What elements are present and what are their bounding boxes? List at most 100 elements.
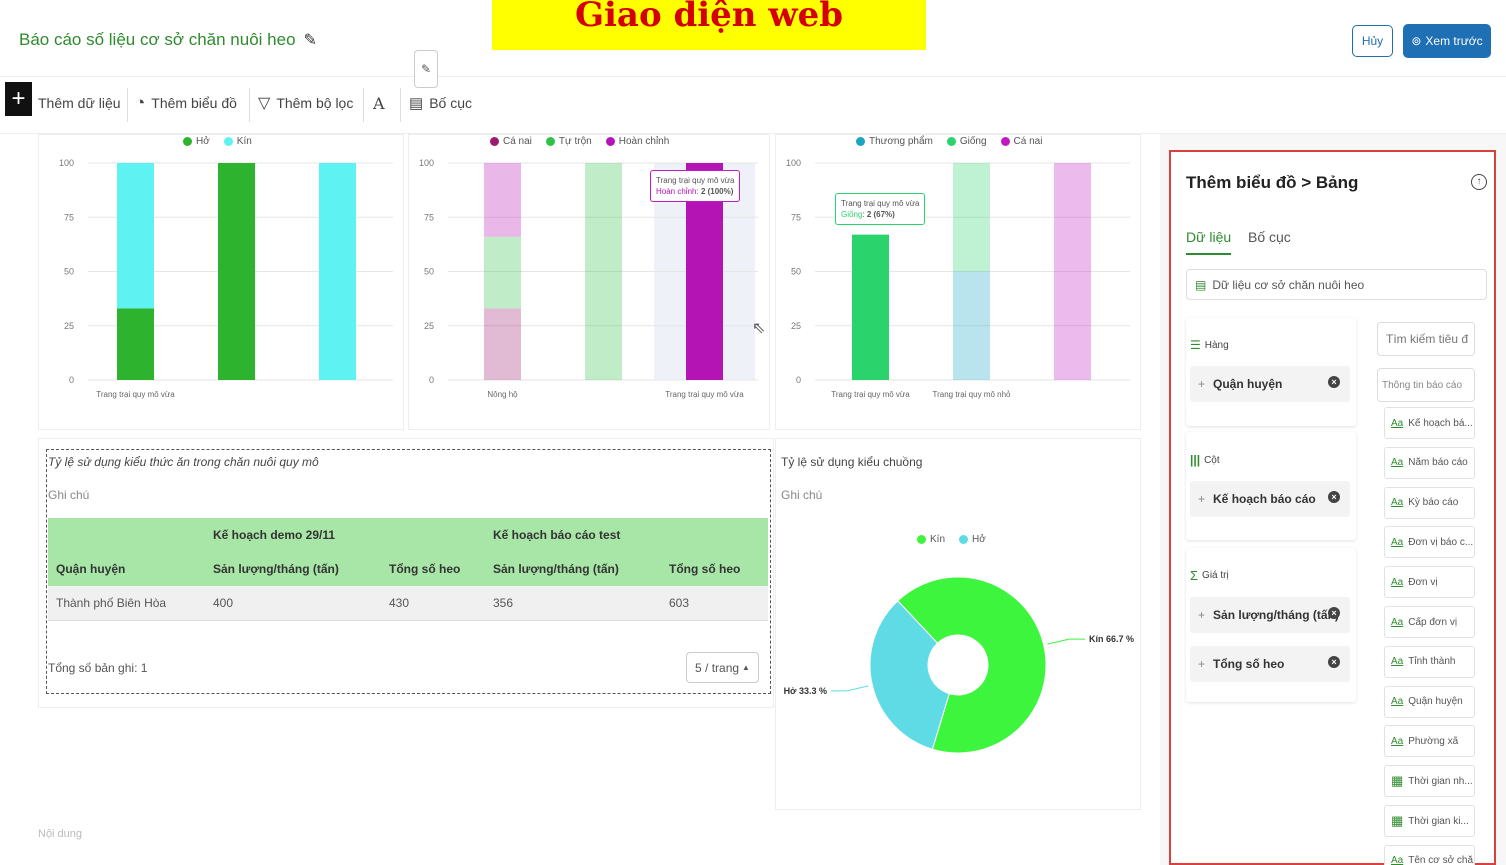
dataset-select[interactable]: ▤ Dữ liệu cơ sở chăn nuôi heo bbox=[1186, 269, 1487, 300]
tab-data[interactable]: Dữ liệu bbox=[1186, 229, 1232, 255]
tooltip-title: Trang trại quy mô vừa bbox=[656, 176, 735, 185]
chart1-legend: Hở Kín bbox=[183, 136, 252, 147]
field-list-label: Đơn vị báo c... bbox=[1408, 536, 1474, 548]
bar-segment[interactable] bbox=[218, 163, 255, 380]
collapse-up-icon[interactable]: ↑ bbox=[1471, 174, 1487, 190]
add-chart-button[interactable]: ◔ Thêm biểu đồ bbox=[135, 90, 237, 116]
annotation-banner: Giao diện web bbox=[492, 0, 926, 50]
y-tick-label: 50 bbox=[424, 267, 434, 277]
plus-icon: + bbox=[1198, 492, 1206, 506]
columns-label: ||| Cột bbox=[1190, 453, 1220, 467]
bar-segment[interactable] bbox=[953, 271, 990, 381]
y-tick-label: 25 bbox=[424, 321, 434, 331]
toolbar-divider bbox=[127, 88, 128, 122]
edit-title-icon[interactable]: ✎ bbox=[304, 30, 317, 50]
page-title: Báo cáo số liệu cơ sở chăn nuôi heo ✎ bbox=[19, 30, 317, 50]
pie-chart-icon: ◔ bbox=[135, 93, 146, 112]
field-list-item[interactable]: Aa Năm báo cáo bbox=[1384, 446, 1475, 479]
text-field-icon: Aa bbox=[1391, 417, 1404, 429]
table-cell: 400 bbox=[205, 586, 381, 621]
bar-segment[interactable] bbox=[953, 163, 990, 272]
legend-item: Hoàn chỉnh bbox=[605, 136, 669, 147]
y-tick-label: 0 bbox=[69, 375, 74, 385]
text-field-icon: Aa bbox=[1391, 457, 1404, 469]
column-header[interactable]: Tổng số heo bbox=[661, 552, 768, 586]
y-tick-label: 25 bbox=[791, 321, 801, 331]
donut-chart: Kín 66.7 % Hở 33.3 % bbox=[784, 576, 1134, 754]
legend-item: Hở bbox=[959, 534, 986, 545]
column-header[interactable]: Sản lượng/tháng (tấn) bbox=[205, 552, 381, 586]
text-field-icon: Aa bbox=[1391, 497, 1404, 509]
tooltip-value: 2 (67%) bbox=[866, 210, 895, 219]
page-title-text: Báo cáo số liệu cơ sở chăn nuôi heo bbox=[19, 30, 296, 49]
field-list-item[interactable]: Aa Phường xã bbox=[1384, 725, 1475, 758]
column-header[interactable]: Sản lượng/tháng (tấn) bbox=[485, 552, 661, 586]
bar-segment[interactable] bbox=[319, 163, 356, 380]
table-group-header-row: Kế hoạch demo 29/11 Kế hoạch báo cáo tes… bbox=[48, 518, 768, 552]
field-list-item[interactable]: Aa Tỉnh thành bbox=[1384, 645, 1475, 678]
remove-icon[interactable]: × bbox=[1328, 656, 1340, 668]
columns-icon: ||| bbox=[1190, 453, 1201, 467]
tab-layout[interactable]: Bố cục bbox=[1248, 229, 1291, 245]
table-row[interactable]: Thành phố Biên Hòa 400 430 356 603 bbox=[48, 586, 768, 621]
bar-segment[interactable] bbox=[117, 163, 154, 309]
bar-segment[interactable] bbox=[1054, 163, 1091, 380]
field-list-item[interactable]: ▦ Thời gian nh... bbox=[1384, 765, 1475, 798]
field-list-item[interactable]: Aa Đơn vị bbox=[1384, 566, 1475, 599]
dataset-name: Dữ liệu cơ sở chăn nuôi heo bbox=[1212, 277, 1365, 292]
bar-segment[interactable] bbox=[484, 308, 521, 380]
field-list-label: Phường xã bbox=[1408, 735, 1459, 747]
page-size-select[interactable]: 5 / trang ▲ bbox=[686, 652, 759, 683]
bar-segment[interactable] bbox=[484, 236, 521, 309]
text-field-icon: Aa bbox=[1391, 735, 1404, 747]
preview-button[interactable]: ⊚ Xem trước bbox=[1403, 24, 1491, 58]
field-list-item[interactable]: Aa Quận huyện bbox=[1384, 685, 1475, 718]
field-list-item[interactable]: Aa Kế hoạch bá... bbox=[1384, 407, 1475, 439]
row-field-chip[interactable]: + Quận huyện × bbox=[1190, 366, 1350, 402]
table-cell: 430 bbox=[381, 586, 485, 621]
field-list-label: Đơn vị bbox=[1408, 576, 1438, 588]
bar-segment[interactable] bbox=[585, 163, 622, 380]
field-search-input[interactable] bbox=[1377, 322, 1475, 356]
field-list-label: Thời gian nh... bbox=[1408, 775, 1473, 787]
value-field-chip[interactable]: + Tổng số heo × bbox=[1190, 646, 1350, 682]
preview-button-label: Xem trước bbox=[1425, 34, 1483, 48]
remove-icon[interactable]: × bbox=[1328, 491, 1340, 503]
column-field-chip[interactable]: + Kế hoạch báo cáo × bbox=[1190, 481, 1350, 517]
value-field-chip[interactable]: + Sản lượng/tháng (tấn) × bbox=[1190, 597, 1350, 633]
plus-icon: + bbox=[1198, 657, 1206, 671]
y-tick-label: 100 bbox=[419, 158, 434, 168]
x-tick-label: Trang trại quy mô vừa bbox=[665, 390, 744, 399]
y-tick-label: 75 bbox=[424, 212, 434, 222]
text-tool-button[interactable]: A bbox=[373, 90, 385, 116]
mouse-cursor-icon: ⇖ bbox=[752, 320, 766, 337]
pie-legend: Kín Hở bbox=[917, 534, 986, 545]
cancel-button[interactable]: Hủy bbox=[1352, 25, 1393, 57]
group-header: Kế hoạch demo 29/11 bbox=[205, 518, 485, 552]
table-cell: Thành phố Biên Hòa bbox=[48, 586, 205, 621]
bar-segment[interactable] bbox=[852, 234, 889, 380]
field-list-item[interactable]: Aa Tên cơ sở chă... bbox=[1384, 844, 1475, 865]
column-header[interactable]: Tổng số heo bbox=[381, 552, 485, 586]
field-list-label: Kỳ báo cáo bbox=[1408, 497, 1459, 509]
bar-segment[interactable] bbox=[117, 308, 154, 380]
add-data-button[interactable]: Thêm dữ liệu bbox=[38, 90, 121, 116]
layout-icon: ▤ bbox=[409, 95, 424, 112]
add-plus-button[interactable]: + bbox=[5, 82, 32, 116]
remove-icon[interactable]: × bbox=[1328, 607, 1340, 619]
y-tick-label: 50 bbox=[791, 267, 801, 277]
text-field-icon: Aa bbox=[1391, 536, 1404, 548]
add-filter-button[interactable]: ▽ Thêm bộ lọc bbox=[258, 90, 353, 116]
remove-icon[interactable]: × bbox=[1328, 376, 1340, 388]
column-header[interactable]: Quận huyện bbox=[48, 552, 205, 586]
report-info-group[interactable]: Thông tin báo cáo bbox=[1377, 368, 1475, 402]
field-list-item[interactable]: Aa Đơn vị báo c... bbox=[1384, 526, 1475, 559]
content-placeholder[interactable]: Nội dung bbox=[38, 828, 82, 840]
field-list-item[interactable]: Aa Kỳ báo cáo bbox=[1384, 486, 1475, 519]
field-list-label: Thời gian ki... bbox=[1408, 815, 1469, 827]
bar-segment[interactable] bbox=[484, 163, 521, 237]
field-list-item[interactable]: ▦ Thời gian ki... bbox=[1384, 805, 1475, 837]
layout-button[interactable]: ▤ Bố cục bbox=[409, 90, 472, 116]
floating-pencil-icon[interactable]: ✎ bbox=[414, 50, 438, 88]
field-list-item[interactable]: Aa Cấp đơn vị bbox=[1384, 606, 1475, 638]
